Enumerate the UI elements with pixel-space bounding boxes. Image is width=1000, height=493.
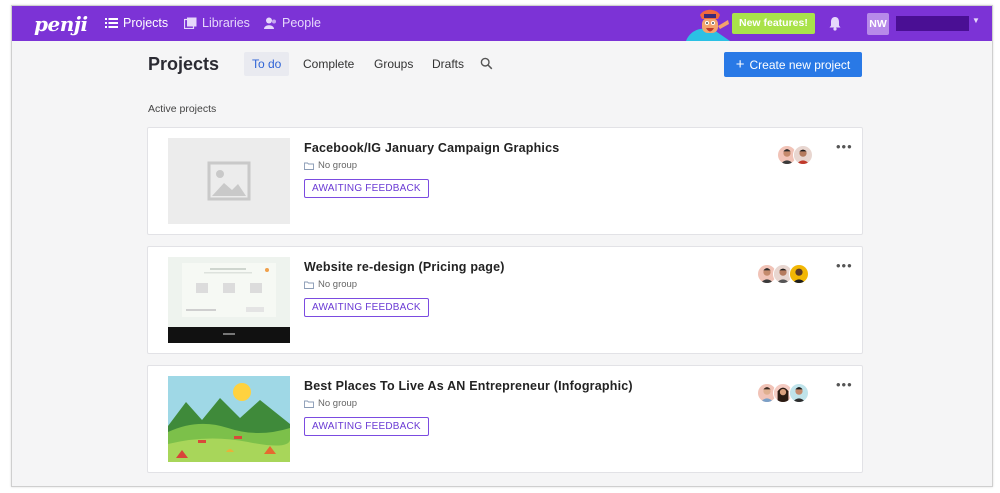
nav-libraries-label: Libraries — [202, 16, 250, 30]
top-nav-bar: penji Projects Libraries People New feat… — [12, 6, 992, 41]
folder-icon — [304, 400, 314, 408]
bell-icon[interactable] — [828, 16, 842, 31]
project-group: No group — [304, 160, 357, 171]
landscape-illustration-image — [168, 376, 290, 462]
chevron-down-icon[interactable]: ▼ — [972, 16, 980, 25]
collaborator-avatars — [757, 383, 809, 403]
user-avatar[interactable]: NW — [867, 13, 889, 35]
project-title[interactable]: Best Places To Live As AN Entrepreneur (… — [304, 379, 633, 393]
nav-projects-label: Projects — [123, 16, 169, 30]
project-group: No group — [304, 279, 357, 290]
tab-to-do[interactable]: To do — [244, 52, 290, 76]
project-title[interactable]: Facebook/IG January Campaign Graphics — [304, 141, 559, 155]
project-card[interactable]: Facebook/IG January Campaign Graphics No… — [147, 127, 863, 235]
image-placeholder-icon — [207, 161, 251, 201]
status-badge: AWAITING FEEDBACK — [304, 298, 429, 317]
create-new-project-button[interactable]: + Create new project — [724, 52, 862, 77]
project-card[interactable]: Website re-design (Pricing page) No grou… — [147, 246, 863, 354]
mascot-illustration — [686, 9, 730, 41]
new-features-button[interactable]: New features! — [732, 13, 815, 34]
project-thumbnail[interactable] — [168, 257, 290, 343]
penji-logo[interactable]: penji — [34, 12, 88, 36]
tab-drafts[interactable]: Drafts — [424, 52, 472, 76]
project-group: No group — [304, 398, 357, 409]
search-icon[interactable] — [480, 57, 493, 70]
project-thumbnail[interactable] — [168, 138, 290, 224]
tab-complete[interactable]: Complete — [295, 52, 362, 76]
collaborator-avatars — [777, 145, 813, 165]
avatar[interactable] — [789, 264, 809, 284]
people-icon — [264, 17, 276, 29]
folder-icon — [304, 162, 314, 170]
plus-icon: + — [735, 56, 745, 73]
project-group-label: No group — [318, 279, 358, 290]
nav-people-label: People — [282, 16, 321, 30]
more-options-icon[interactable]: ••• — [836, 139, 853, 154]
project-card[interactable]: Best Places To Live As AN Entrepreneur (… — [147, 365, 863, 473]
page-title: Projects — [148, 54, 220, 74]
website-mockup-image — [168, 257, 290, 343]
folder-icon — [304, 281, 314, 289]
library-icon — [184, 17, 197, 29]
list-icon — [105, 18, 118, 28]
status-badge: AWAITING FEEDBACK — [304, 179, 429, 198]
nav-libraries[interactable]: Libraries — [184, 16, 250, 30]
collaborator-avatars — [757, 264, 809, 284]
avatar[interactable] — [793, 145, 813, 165]
project-group-label: No group — [318, 398, 358, 409]
more-options-icon[interactable]: ••• — [836, 258, 853, 273]
nav-projects[interactable]: Projects — [105, 16, 168, 30]
avatar[interactable] — [789, 383, 809, 403]
project-title[interactable]: Website re-design (Pricing page) — [304, 260, 505, 274]
nav-people[interactable]: People — [264, 16, 321, 30]
app-window: penji Projects Libraries People New feat… — [11, 5, 993, 487]
tab-groups[interactable]: Groups — [366, 52, 421, 76]
project-group-label: No group — [318, 160, 358, 171]
user-name-redacted[interactable] — [896, 16, 969, 31]
status-badge: AWAITING FEEDBACK — [304, 417, 429, 436]
more-options-icon[interactable]: ••• — [836, 377, 853, 392]
project-thumbnail[interactable] — [168, 376, 290, 462]
section-label-active-projects: Active projects — [148, 103, 217, 115]
create-new-project-label: Create new project — [749, 57, 851, 72]
